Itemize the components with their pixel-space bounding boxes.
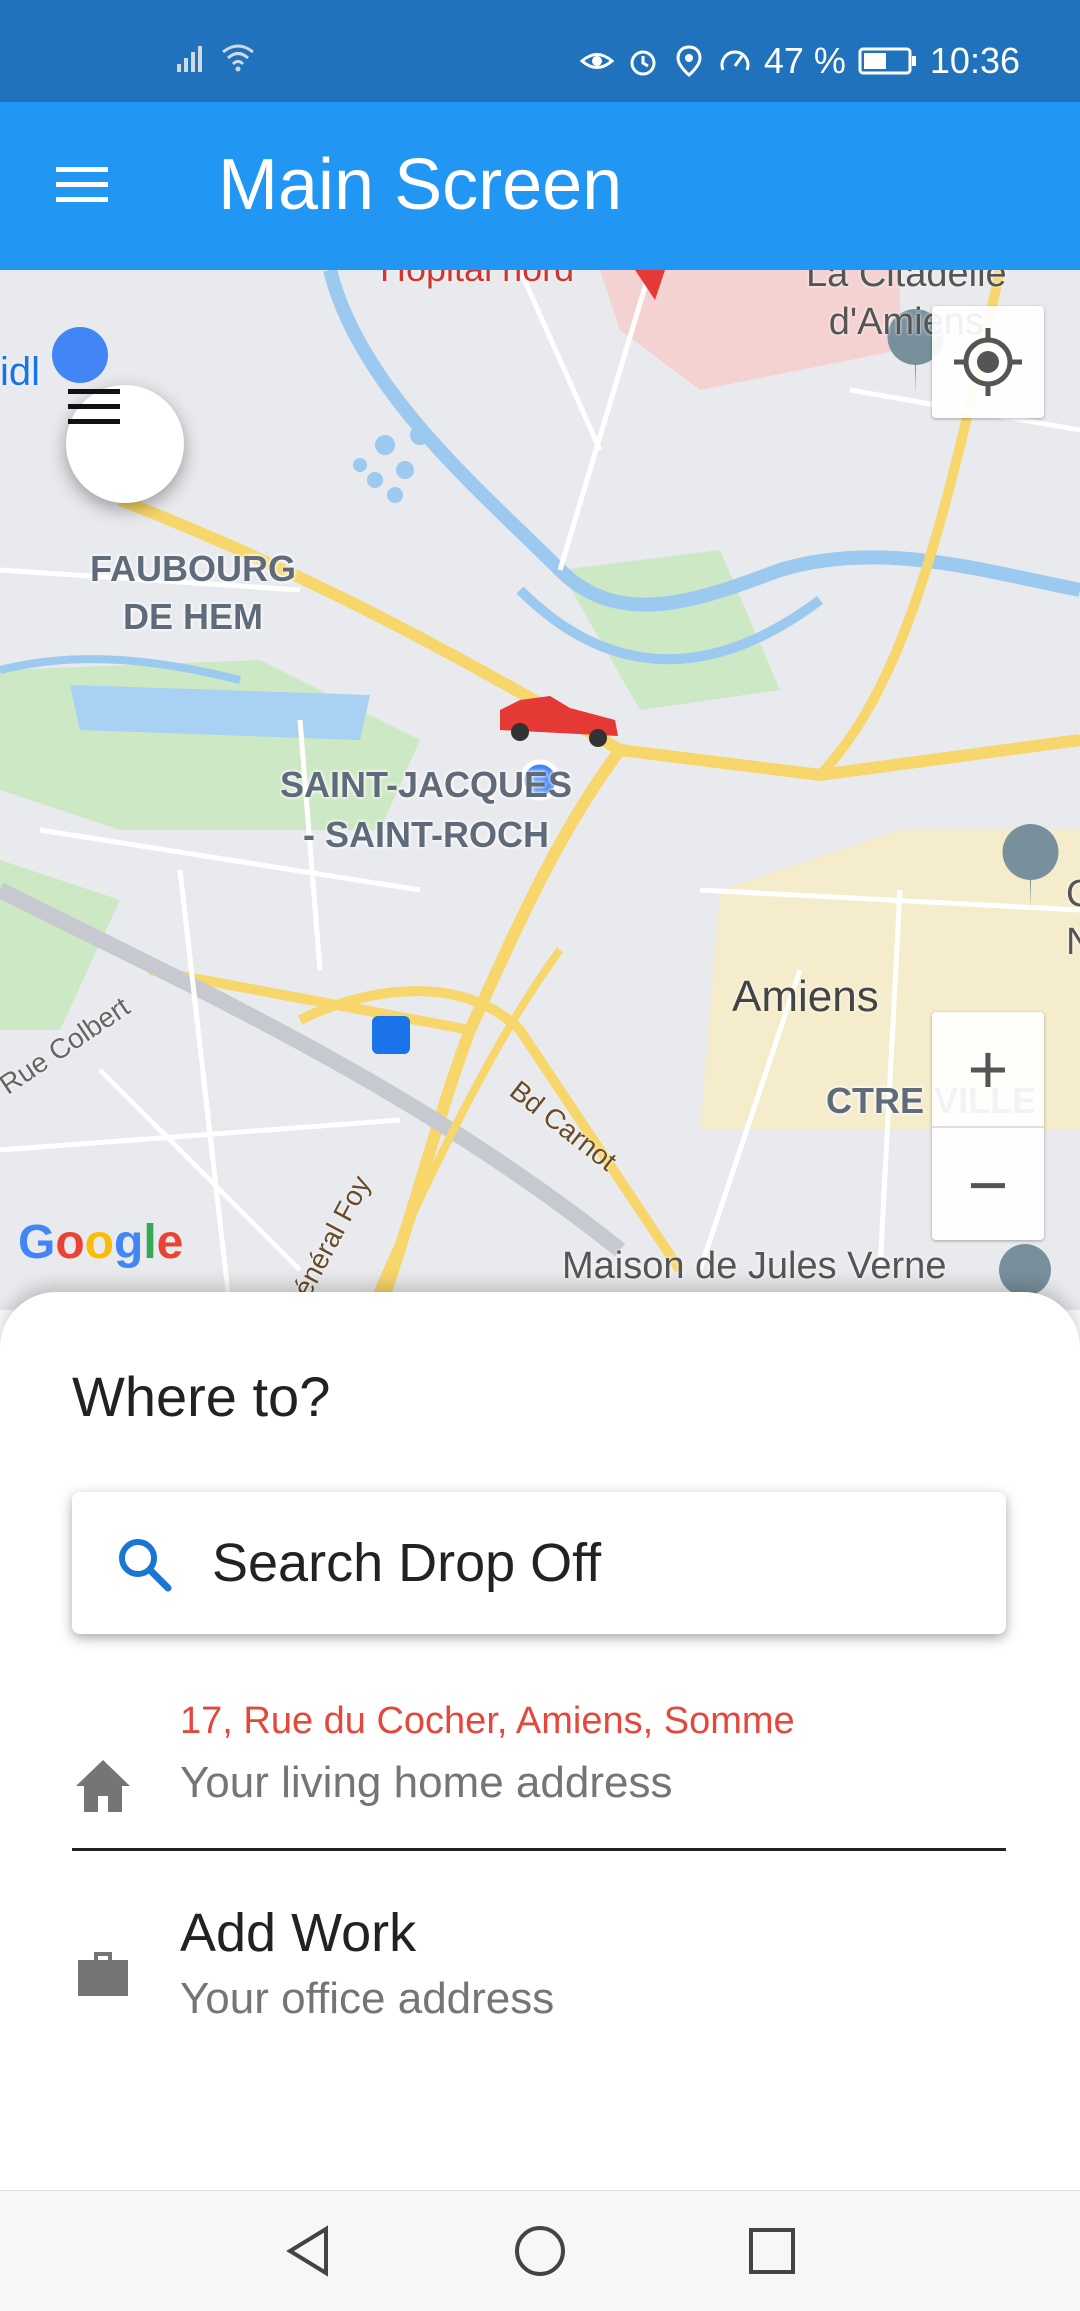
alarm-icon bbox=[630, 50, 656, 76]
work-title: Add Work bbox=[180, 1903, 417, 1963]
status-left bbox=[175, 40, 255, 74]
map-label-jules-verne: Maison de Jules Verne bbox=[562, 1245, 947, 1287]
home-address-text: 17, Rue du Cocher, Amiens, Somme bbox=[180, 1700, 795, 1742]
my-location-button[interactable] bbox=[932, 306, 1044, 418]
hamburger-menu-icon bbox=[68, 389, 120, 424]
system-nav-bar bbox=[0, 2190, 1080, 2311]
map-label-faubourg: FAUBOURG DE HEM bbox=[90, 548, 296, 637]
search-input[interactable] bbox=[210, 1522, 974, 1604]
home-nav-icon[interactable] bbox=[510, 2221, 570, 2281]
search-drop-off-box[interactable] bbox=[72, 1492, 1006, 1634]
signal-icon bbox=[177, 46, 202, 72]
eye-icon bbox=[579, 53, 614, 69]
map-label-amiens: Amiens bbox=[732, 972, 879, 1021]
location-icon bbox=[676, 45, 702, 77]
home-icon bbox=[76, 1760, 130, 1812]
hamburger-menu-icon[interactable] bbox=[50, 157, 116, 213]
recents-icon[interactable] bbox=[742, 2221, 802, 2281]
speed-icon bbox=[720, 50, 750, 71]
battery-icon bbox=[858, 47, 916, 75]
page-title: Main Screen bbox=[218, 145, 623, 225]
zoom-out-button[interactable]: − bbox=[932, 1128, 1044, 1242]
zoom-in-button[interactable]: + bbox=[932, 1012, 1044, 1126]
home-address-subtitle: Your living home address bbox=[180, 1758, 673, 1807]
map-label-hopital: Hôpital nord bbox=[380, 270, 574, 290]
search-icon bbox=[119, 1539, 172, 1592]
map-label-aldi: idl bbox=[0, 350, 41, 394]
map-view[interactable]: FAUBOURG DE HEM SAINT-JACQUES - SAINT-RO… bbox=[0, 270, 1080, 1310]
crosshair-icon bbox=[954, 328, 1022, 396]
work-address-item[interactable]: Add Work Your office address bbox=[72, 1902, 1006, 2042]
sheet-heading: Where to? bbox=[72, 1365, 331, 1428]
bottom-sheet: Where to? 17, Rue du Cocher, Amiens, Som… bbox=[0, 1292, 1080, 2192]
app-bar: Main Screen bbox=[0, 102, 1080, 270]
map-label-saint-jacques: SAINT-JACQUES - SAINT-ROCH bbox=[280, 764, 573, 855]
wifi-icon bbox=[222, 44, 254, 72]
google-logo: Google bbox=[18, 1216, 184, 1269]
work-subtitle: Your office address bbox=[180, 1974, 555, 2023]
briefcase-icon bbox=[78, 1952, 128, 1996]
status-right: 47 % 10:36 bbox=[579, 40, 1020, 82]
home-address-item[interactable]: 17, Rue du Cocher, Amiens, Somme Your li… bbox=[72, 1700, 1006, 1840]
status-bar: 47 % 10:36 bbox=[0, 0, 1080, 102]
clock: 10:36 bbox=[929, 40, 1020, 81]
back-icon[interactable] bbox=[278, 2221, 338, 2281]
drawer-button[interactable] bbox=[66, 385, 184, 503]
battery-percent: 47 % bbox=[763, 40, 846, 81]
car-marker bbox=[500, 696, 618, 747]
zoom-controls: + − bbox=[932, 1012, 1044, 1240]
divider bbox=[72, 1848, 1006, 1851]
map-label-right-edge: C N bbox=[1066, 873, 1080, 963]
